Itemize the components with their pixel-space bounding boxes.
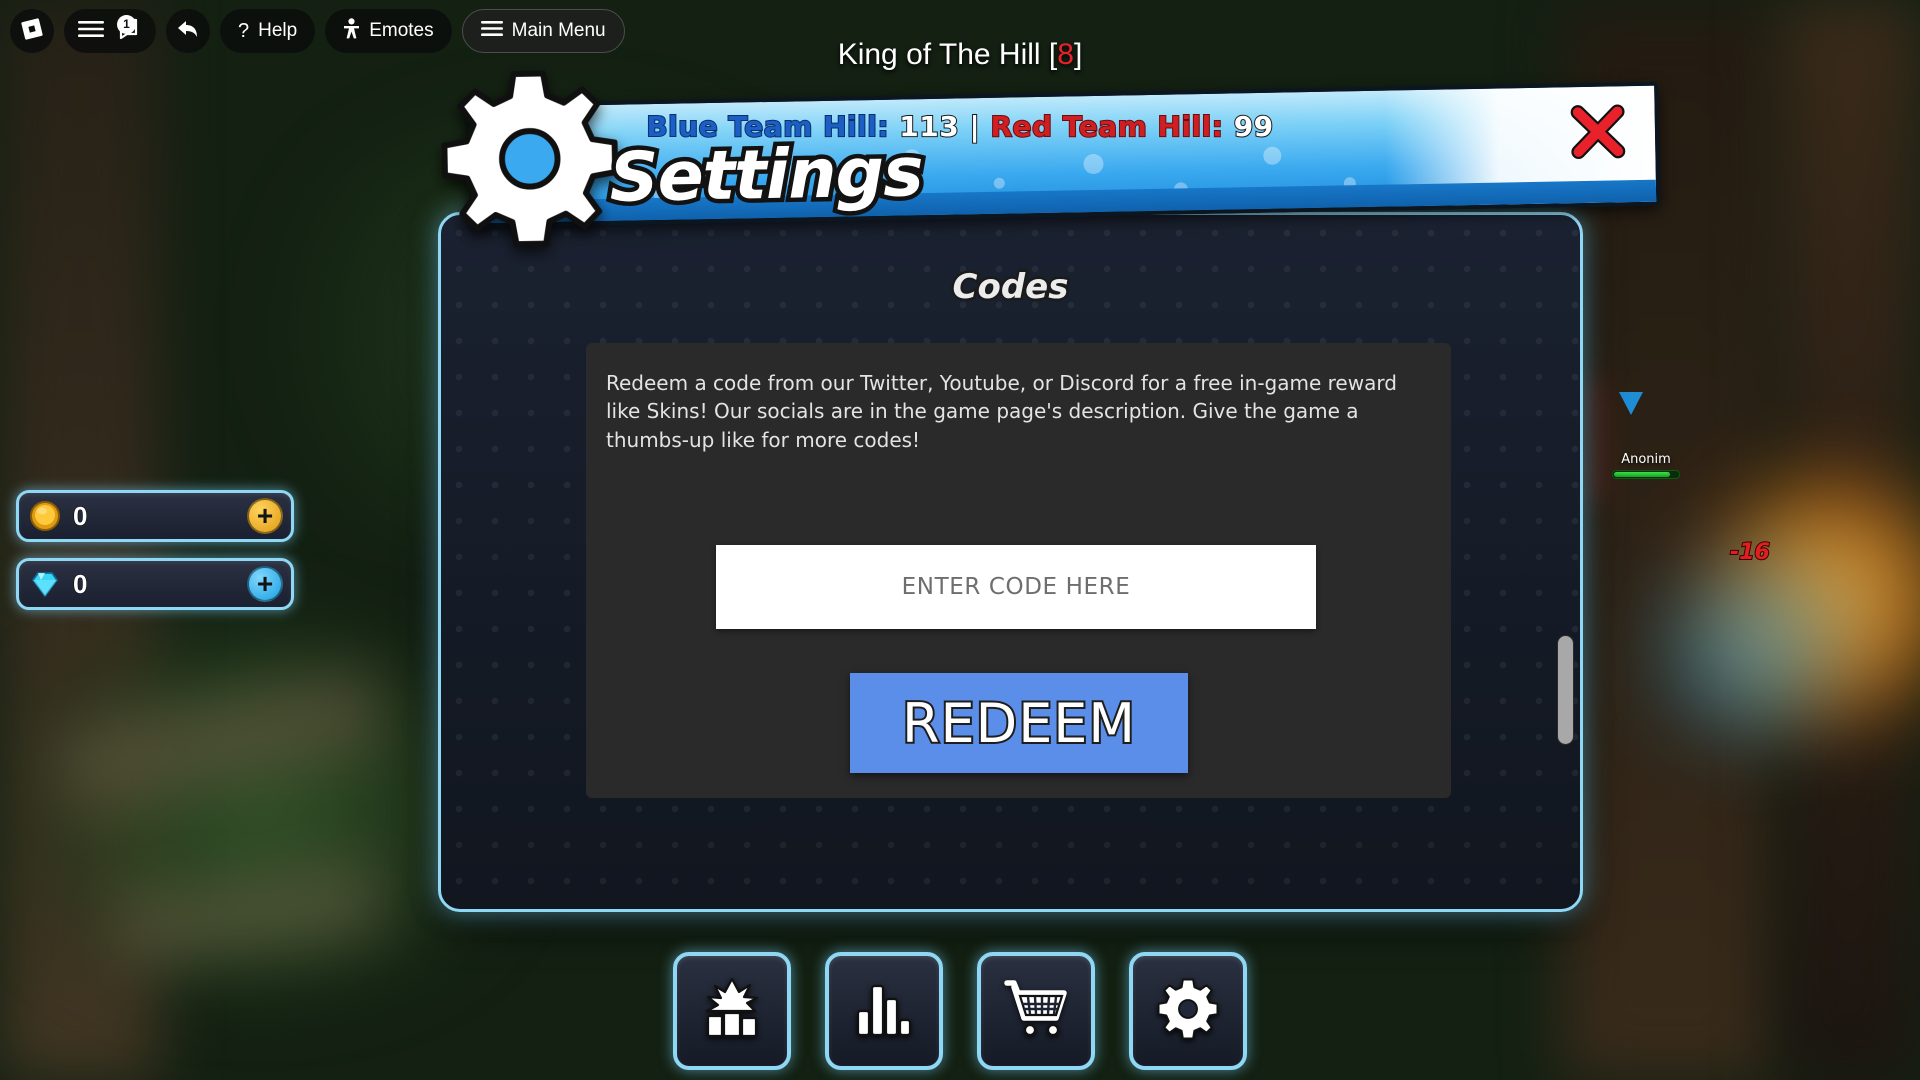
roblox-logo-icon	[21, 17, 43, 45]
hamburger-menu-icon	[480, 20, 503, 43]
coin-counter[interactable]: 0 +	[16, 490, 294, 542]
blue-team-label: Blue Team Hill:	[645, 109, 890, 144]
red-team-score: 99	[1233, 109, 1274, 144]
question-mark-icon: ?	[238, 19, 250, 42]
nav-button-settings[interactable]	[1129, 952, 1247, 1070]
help-button[interactable]: ? Help	[220, 9, 316, 53]
add-coins-button[interactable]: +	[247, 498, 283, 534]
bg-light-glow-2	[1660, 560, 1840, 740]
main-menu-button[interactable]: Main Menu	[461, 9, 625, 53]
currency-stack: 0 + 0 +	[16, 490, 294, 626]
bar-chart-icon	[853, 978, 915, 1045]
back-arrow-icon	[176, 18, 200, 45]
menu-chat-group: 1	[64, 9, 156, 53]
hamburger-menu-icon[interactable]	[78, 19, 104, 44]
bg-red-flag	[1585, 380, 1601, 500]
redeem-button[interactable]: REDEEM	[850, 673, 1188, 773]
help-label: Help	[258, 20, 298, 41]
nav-button-skins[interactable]	[673, 952, 791, 1070]
match-player-count: 8	[1057, 38, 1074, 71]
roblox-logo-button[interactable]	[10, 9, 54, 53]
match-bracket-close: ]	[1073, 38, 1083, 71]
gold-coin-icon	[29, 500, 61, 532]
panel-scrollbar[interactable]	[1557, 635, 1574, 745]
player-nameplate: Anonim	[1612, 452, 1680, 479]
nav-button-leaderboard[interactable]	[825, 952, 943, 1070]
match-title-text: King of The Hill	[837, 38, 1041, 71]
main-menu-label: Main Menu	[511, 20, 606, 41]
gear-icon	[1156, 977, 1220, 1046]
codes-card: Redeem a code from our Twitter, Youtube,…	[586, 343, 1451, 798]
bubble-decor	[993, 177, 1005, 189]
nav-button-shop[interactable]	[977, 952, 1095, 1070]
add-gems-button[interactable]: +	[247, 566, 283, 602]
chat-badge: 1	[117, 14, 136, 34]
settings-window: Codes Redeem a code from our Twitter, Yo…	[438, 70, 1661, 920]
settings-panel-body: Codes Redeem a code from our Twitter, Yo…	[438, 212, 1583, 912]
team-score-line: Blue Team Hill: 113 | Red Team Hill: 99	[0, 109, 1920, 144]
health-bar	[1612, 470, 1680, 479]
emotes-label: Emotes	[369, 20, 434, 41]
bubble-decor	[1343, 177, 1356, 190]
health-fill	[1614, 472, 1671, 477]
person-emote-icon	[343, 17, 360, 45]
redeem-label: REDEEM	[900, 690, 1137, 757]
bubble-decor	[1173, 182, 1189, 197]
codes-description: Redeem a code from our Twitter, Youtube,…	[606, 371, 1397, 452]
score-separator: |	[969, 109, 981, 144]
damage-number: -16	[1729, 539, 1771, 566]
bubble-decor	[1263, 146, 1282, 165]
back-button[interactable]	[166, 9, 210, 53]
player-name: Anonim	[1621, 452, 1671, 467]
chat-button[interactable]: 1	[117, 14, 142, 46]
roblox-topbar: 1 ? Help Emotes Main Menu	[10, 8, 625, 54]
red-team-label: Red Team Hill:	[989, 109, 1224, 144]
character-skins-icon	[699, 976, 765, 1047]
settings-banner: Settings	[438, 67, 1671, 248]
blue-team-score: 113	[898, 109, 960, 144]
gem-counter[interactable]: 0 +	[16, 558, 294, 610]
gear-icon	[436, 65, 624, 253]
bubble-decor	[1083, 153, 1104, 175]
blue-team-arrow-icon	[1616, 388, 1646, 423]
match-bracket-open: [	[1048, 38, 1058, 71]
emotes-button[interactable]: Emotes	[325, 9, 452, 53]
panel-title: Codes	[950, 265, 1071, 310]
blue-gem-icon	[29, 568, 61, 600]
bottom-nav	[0, 952, 1920, 1070]
banner-title: Settings	[604, 129, 927, 223]
code-input[interactable]: ENTER CODE HERE	[716, 545, 1316, 629]
shopping-cart-icon	[1003, 978, 1069, 1045]
coin-value: 0	[72, 500, 88, 531]
gem-value: 0	[72, 568, 88, 599]
